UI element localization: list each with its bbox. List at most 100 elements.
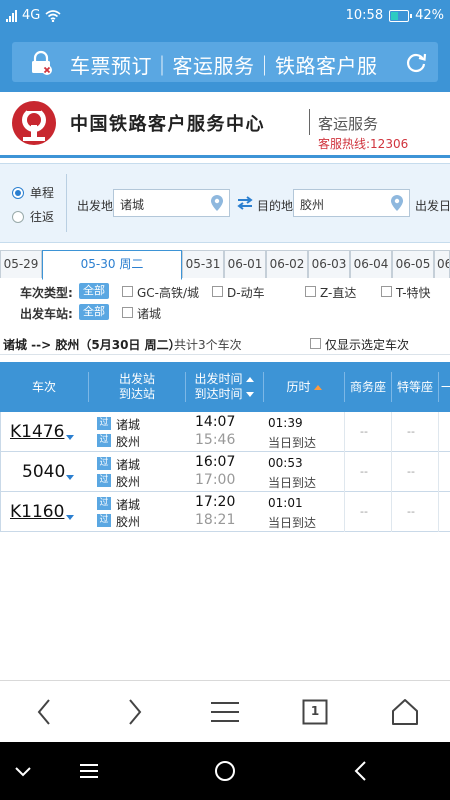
arrive-time: 17:00 bbox=[195, 472, 236, 488]
expand-caret-icon[interactable] bbox=[66, 475, 74, 480]
to-station: 胶州 bbox=[116, 475, 141, 489]
menu-icon bbox=[211, 702, 239, 722]
train-type-filter: 车次类型: 全部 GC-高铁/城 D-动车 Z-直达 T-特快 bbox=[0, 281, 450, 303]
date-tab[interactable]: 06-03 bbox=[308, 250, 350, 278]
from-station: 诸城 bbox=[116, 418, 141, 432]
train-code-link[interactable]: 5040 bbox=[22, 462, 65, 482]
date-tab[interactable]: 06-01 bbox=[224, 250, 266, 278]
back-button[interactable] bbox=[27, 695, 61, 729]
table-left-border bbox=[0, 412, 1, 532]
business-seat: -- bbox=[360, 505, 368, 518]
app-root: 4G 10:58 42% 车票预订｜客运服务｜铁路客户服 中国铁路客户服务中心 … bbox=[0, 0, 450, 800]
forward-button[interactable] bbox=[118, 695, 152, 729]
train-type-label: 车次类型: bbox=[20, 286, 73, 300]
trip-one-way-option[interactable]: 单程 bbox=[12, 184, 54, 201]
cell-divider bbox=[391, 412, 392, 452]
sort-up-icon[interactable] bbox=[245, 377, 254, 382]
sort-active-icon[interactable] bbox=[313, 384, 322, 390]
type-gc-label: GC-高铁/城 bbox=[137, 286, 200, 300]
header-stations[interactable]: 出发站 到达站 bbox=[89, 362, 185, 412]
header-business[interactable]: 商务座 bbox=[345, 362, 391, 412]
pass-badge: 过 bbox=[97, 417, 111, 430]
arrive-time: 15:46 bbox=[195, 432, 236, 448]
only-selected-label: 仅显示选定车次 bbox=[325, 338, 410, 352]
battery-icon bbox=[389, 9, 413, 22]
table-row[interactable]: K1476 过 诸城 过 胶州 14:07 15:46 01:39 当日到达 -… bbox=[0, 412, 450, 452]
refresh-icon[interactable] bbox=[404, 50, 428, 74]
only-selected-checkbox[interactable] bbox=[310, 338, 321, 349]
system-nav-bar bbox=[0, 742, 450, 800]
checkbox-gc[interactable] bbox=[122, 286, 133, 297]
arrival-note: 当日到达 bbox=[268, 436, 317, 450]
brand-subtitle: 客运服务 bbox=[318, 115, 379, 133]
to-value: 胶州 bbox=[300, 198, 325, 212]
menu-button[interactable] bbox=[208, 695, 242, 729]
tabs-button[interactable]: 1 bbox=[298, 695, 332, 729]
search-panel: 单程 往返 出发地 诸城 目的地 胶州 出发日 bbox=[0, 163, 450, 243]
back-arrow-icon[interactable] bbox=[348, 758, 374, 784]
cell-divider bbox=[391, 492, 392, 532]
table-row[interactable]: K1160 过 诸城 过 胶州 17:20 18:21 01:01 当日到达 -… bbox=[0, 492, 450, 532]
radio-one-way[interactable] bbox=[12, 186, 24, 199]
trip-round-option[interactable]: 往返 bbox=[12, 208, 54, 225]
radio-round-trip[interactable] bbox=[12, 210, 24, 223]
swap-stations-icon[interactable] bbox=[236, 195, 254, 211]
duration: 01:01 bbox=[268, 496, 303, 510]
from-label: 出发地 bbox=[77, 199, 114, 213]
arrival-note: 当日到达 bbox=[268, 516, 317, 530]
pass-badge: 过 bbox=[97, 457, 111, 470]
date-tab[interactable]: 06-04 bbox=[350, 250, 392, 278]
table-row[interactable]: 5040 过 诸城 过 胶州 16:07 17:00 00:53 当日到达 --… bbox=[0, 452, 450, 492]
to-input[interactable]: 胶州 bbox=[293, 189, 410, 217]
brand-header: 中国铁路客户服务中心 客运服务 客服热线:12306 bbox=[0, 92, 450, 158]
header-special[interactable]: 特等座 bbox=[392, 362, 438, 412]
home-circle-icon[interactable] bbox=[212, 758, 238, 784]
results-table-header: 车次 出发站 到达站 出发时间 到达时间 历时 商务座 特等座 一 bbox=[0, 362, 450, 412]
recent-apps-icon[interactable] bbox=[76, 758, 102, 784]
station-filter: 出发车站: 全部 诸城 bbox=[0, 302, 450, 324]
from-input[interactable]: 诸城 bbox=[113, 189, 230, 217]
insecure-lock-icon[interactable] bbox=[28, 50, 54, 76]
checkbox-d[interactable] bbox=[212, 286, 223, 297]
home-button[interactable] bbox=[388, 695, 422, 729]
cell-divider bbox=[391, 452, 392, 492]
header-more[interactable]: 一 bbox=[440, 362, 450, 412]
business-seat: -- bbox=[360, 425, 368, 438]
trip-round-label: 往返 bbox=[30, 210, 55, 224]
date-tab[interactable]: 06-02 bbox=[266, 250, 308, 278]
business-seat: -- bbox=[360, 465, 368, 478]
checkbox-station[interactable] bbox=[122, 307, 133, 318]
expand-caret-icon[interactable] bbox=[66, 435, 74, 440]
train-code-link[interactable]: K1160 bbox=[10, 502, 64, 522]
chevron-down-icon[interactable] bbox=[10, 758, 36, 784]
depart-time: 17:20 bbox=[195, 494, 236, 510]
header-duration[interactable]: 历时 bbox=[264, 362, 344, 412]
battery-level bbox=[391, 11, 399, 20]
sort-down-icon[interactable] bbox=[245, 392, 254, 397]
expand-caret-icon[interactable] bbox=[66, 515, 74, 520]
all-types-button[interactable]: 全部 bbox=[79, 283, 109, 299]
train-count: 共计3个车次 bbox=[174, 338, 242, 352]
depart-time: 14:07 bbox=[195, 414, 236, 430]
hotline-text[interactable]: 客服热线:12306 bbox=[318, 135, 408, 152]
header-train[interactable]: 车次 bbox=[0, 362, 88, 412]
date-tab[interactable]: 05-29 bbox=[0, 250, 42, 278]
date-tab[interactable]: 05-31 bbox=[182, 250, 224, 278]
header-times[interactable]: 出发时间 到达时间 bbox=[186, 362, 262, 412]
type-t-label: T-特快 bbox=[396, 286, 431, 300]
all-stations-button[interactable]: 全部 bbox=[79, 304, 109, 320]
home-icon bbox=[392, 699, 418, 725]
checkbox-z[interactable] bbox=[305, 286, 316, 297]
brand-name: 中国铁路客户服务中心 bbox=[70, 114, 265, 135]
date-tab-active[interactable]: 05-30 周二 bbox=[42, 250, 182, 280]
station-label: 出发车站: bbox=[20, 307, 73, 321]
date-tab[interactable]: 06-05 bbox=[392, 250, 434, 278]
train-code-link[interactable]: K1476 bbox=[10, 422, 64, 442]
app-bar: 车票预订｜客运服务｜铁路客户服 bbox=[0, 32, 450, 92]
header-from-station: 出发站 bbox=[118, 372, 155, 386]
date-tab[interactable]: 06 bbox=[434, 250, 450, 278]
location-pin-icon[interactable] bbox=[210, 194, 224, 212]
from-station: 诸城 bbox=[116, 498, 141, 512]
location-pin-icon[interactable] bbox=[390, 194, 404, 212]
checkbox-t[interactable] bbox=[381, 286, 392, 297]
